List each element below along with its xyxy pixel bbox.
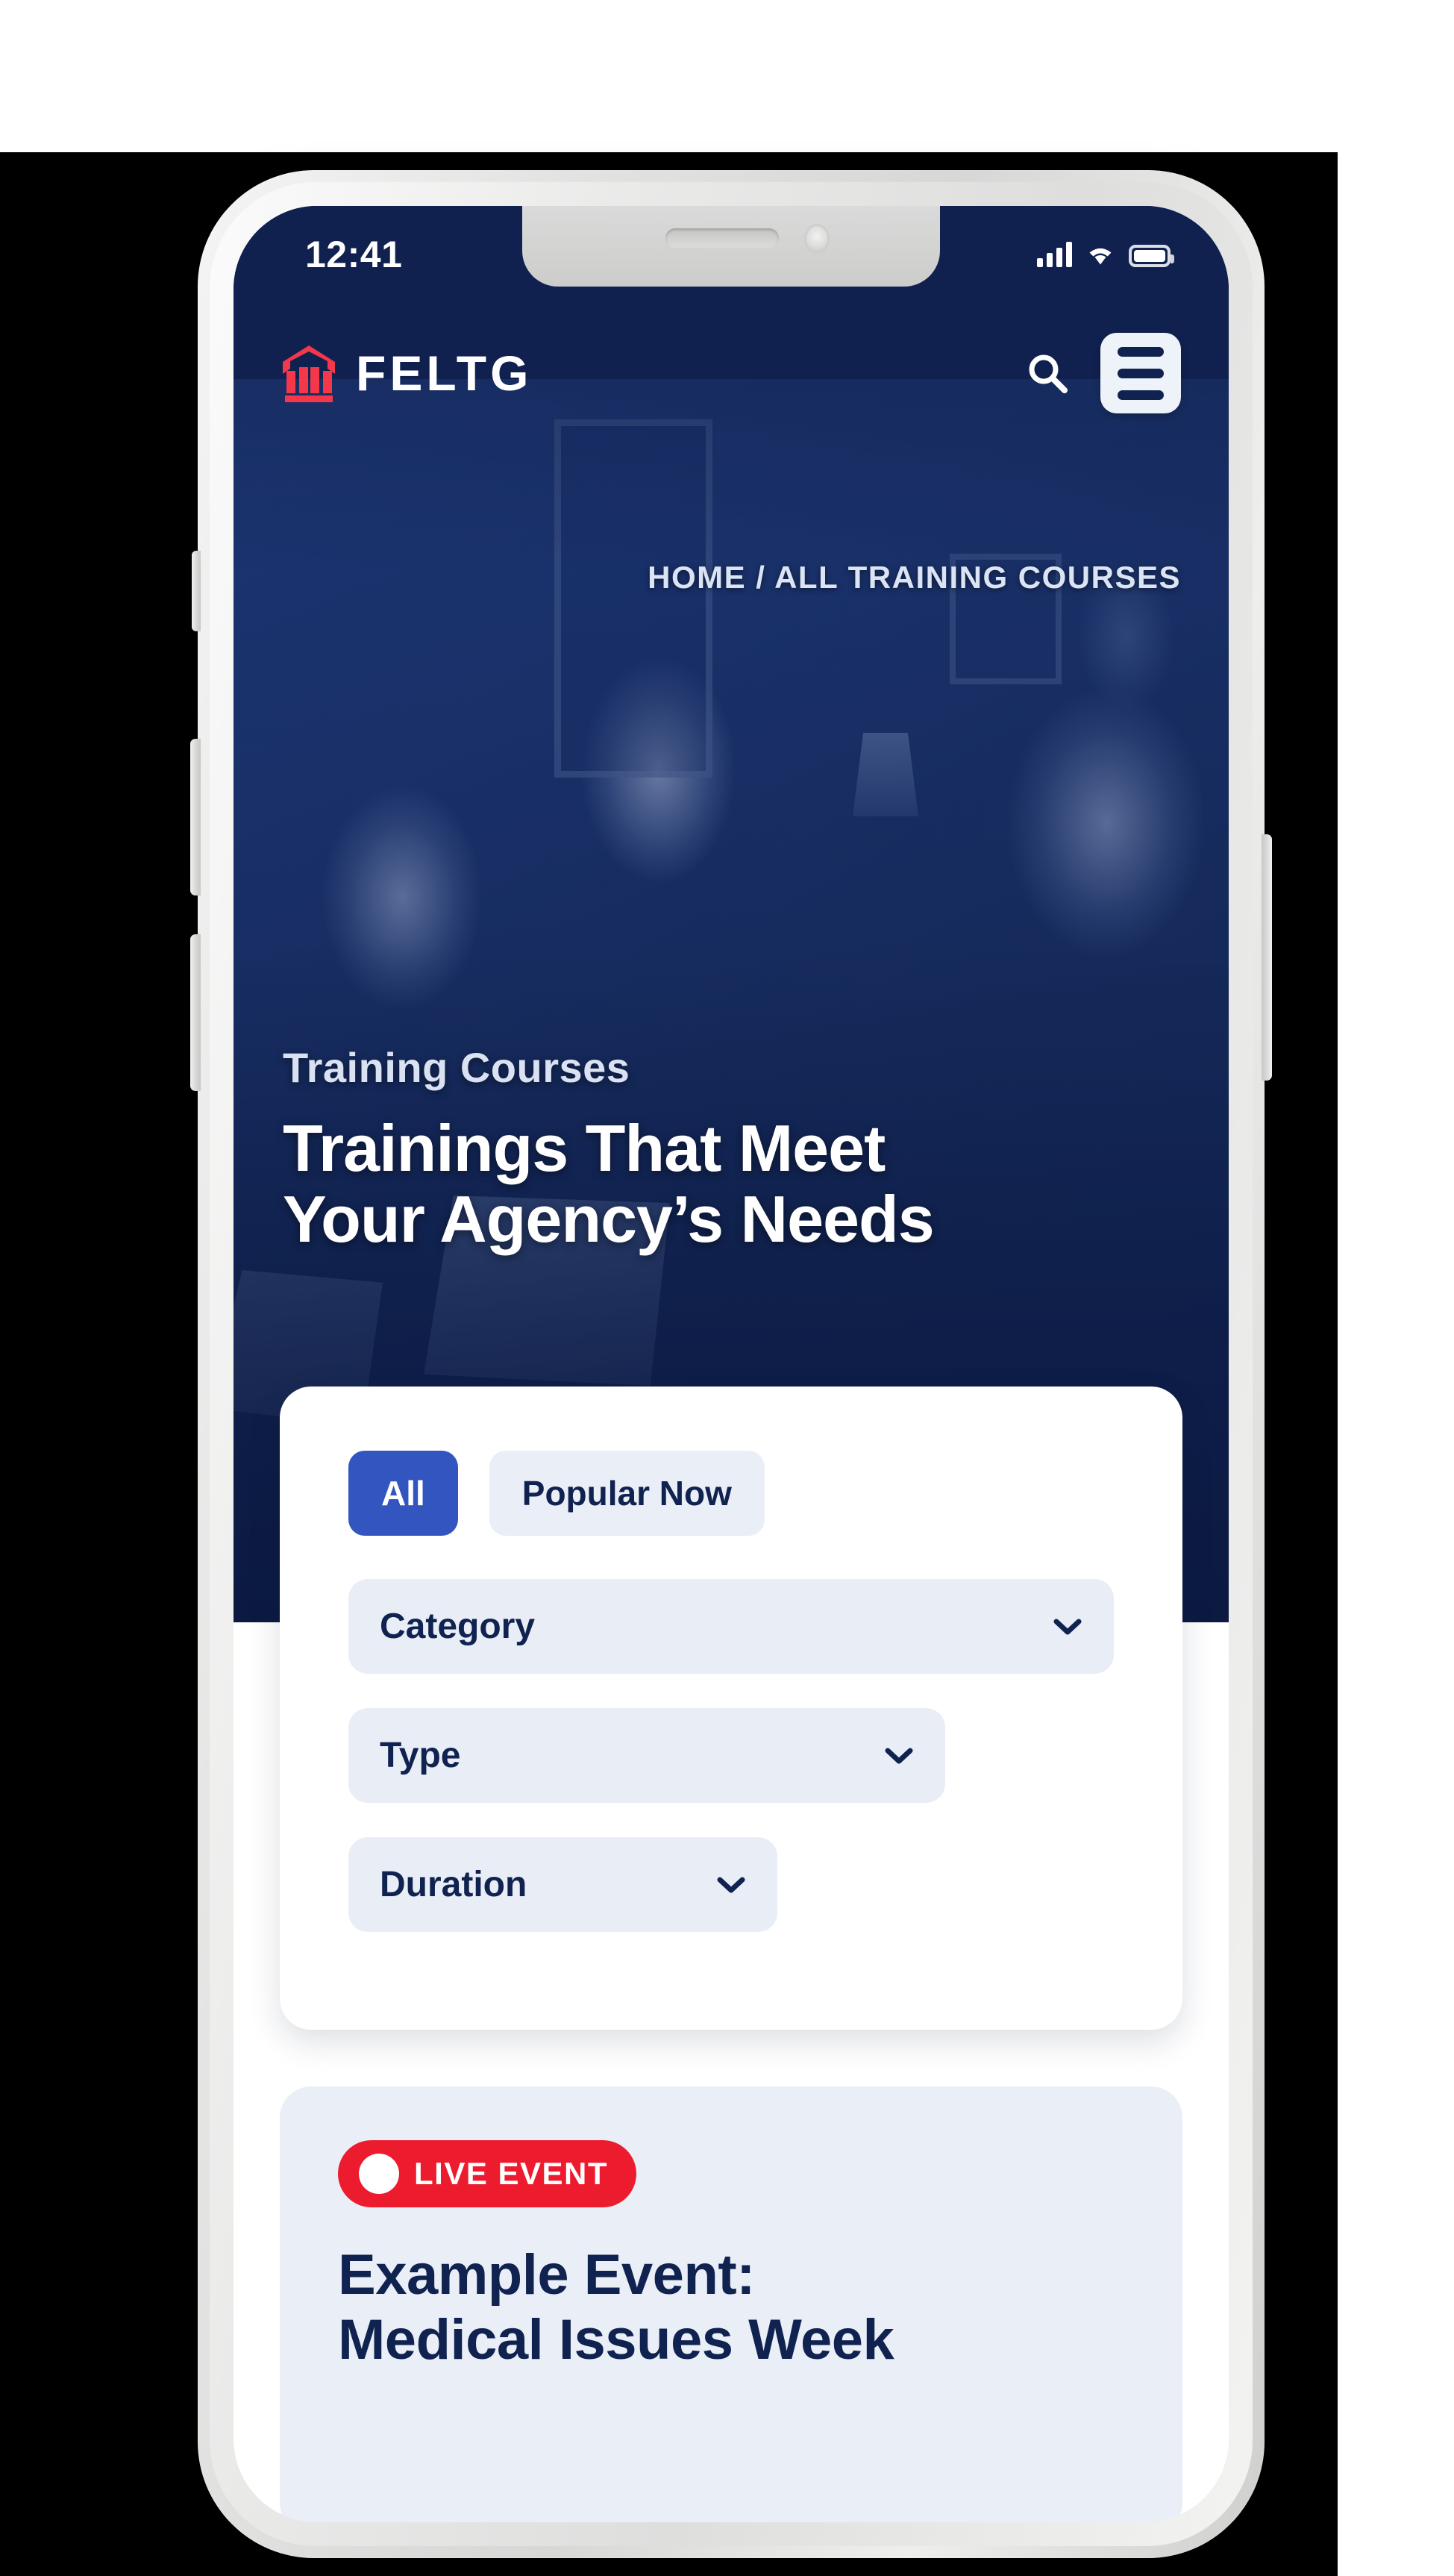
search-icon[interactable] bbox=[1024, 350, 1071, 396]
page-title: Trainings That Meet Your Agency’s Needs bbox=[283, 1113, 1200, 1254]
brand-logo-link[interactable]: FELTG bbox=[281, 344, 532, 402]
chevron-down-icon bbox=[716, 1876, 746, 1894]
category-dropdown[interactable]: Category bbox=[348, 1579, 1114, 1674]
event-title: Example Event: Medical Issues Week bbox=[338, 2243, 1124, 2372]
phone-device-frame: 12:41 FELTG HOME / ALL TRAINING COURSES … bbox=[190, 170, 1272, 2558]
status-badge: LIVE EVENT bbox=[338, 2140, 637, 2207]
type-dropdown[interactable]: Type bbox=[348, 1708, 946, 1803]
page-eyebrow: Training Courses bbox=[283, 1044, 630, 1091]
battery-full-icon bbox=[1129, 245, 1174, 267]
screenshot-stage: 12:41 FELTG HOME / ALL TRAINING COURSES … bbox=[0, 0, 1454, 2576]
event-title-line-1: Example Event: bbox=[338, 2243, 756, 2307]
earpiece-speaker bbox=[665, 228, 779, 248]
filter-panel: All Popular Now Category Type Duration bbox=[280, 1387, 1182, 2030]
page-title-line-1: Trainings That Meet bbox=[283, 1111, 886, 1185]
tab-all[interactable]: All bbox=[348, 1451, 458, 1536]
status-bar-time: 12:41 bbox=[305, 234, 403, 275]
type-dropdown-label: Type bbox=[380, 1736, 461, 1775]
status-bar-indicators bbox=[1037, 240, 1174, 267]
duration-dropdown-label: Duration bbox=[380, 1865, 527, 1904]
volume-down-button[interactable] bbox=[190, 934, 201, 1091]
header-actions bbox=[1024, 333, 1181, 413]
cellular-signal-icon bbox=[1037, 240, 1072, 267]
status-badge-label: LIVE EVENT bbox=[414, 2156, 609, 2191]
power-button[interactable] bbox=[1262, 834, 1272, 1081]
front-camera-icon bbox=[804, 224, 830, 254]
hamburger-menu-icon[interactable] bbox=[1100, 333, 1181, 413]
phone-screen: 12:41 FELTG HOME / ALL TRAINING COURSES … bbox=[234, 206, 1229, 2522]
site-header: FELTG bbox=[234, 316, 1229, 430]
page-title-line-2: Your Agency’s Needs bbox=[283, 1182, 935, 1257]
category-dropdown-label: Category bbox=[380, 1607, 536, 1646]
hero-copy: Training Courses Trainings That Meet You… bbox=[283, 1043, 1200, 1254]
event-card[interactable]: LIVE EVENT Example Event: Medical Issues… bbox=[280, 2086, 1182, 2522]
live-dot-icon bbox=[359, 2154, 399, 2194]
event-title-line-2: Medical Issues Week bbox=[338, 2307, 894, 2372]
device-notch bbox=[522, 206, 940, 287]
filter-tab-group: All Popular Now bbox=[348, 1451, 1114, 1536]
chevron-down-icon bbox=[884, 1747, 914, 1765]
volume-up-button[interactable] bbox=[190, 739, 201, 895]
breadcrumb[interactable]: HOME / ALL TRAINING COURSES bbox=[648, 560, 1181, 595]
tab-popular-now[interactable]: Popular Now bbox=[489, 1451, 765, 1536]
wifi-icon bbox=[1084, 242, 1117, 267]
feltg-building-logo-icon bbox=[281, 344, 336, 402]
brand-name-text: FELTG bbox=[356, 346, 533, 401]
duration-dropdown[interactable]: Duration bbox=[348, 1837, 777, 1932]
chevron-down-icon bbox=[1053, 1618, 1082, 1636]
mute-switch-button[interactable] bbox=[192, 551, 201, 631]
